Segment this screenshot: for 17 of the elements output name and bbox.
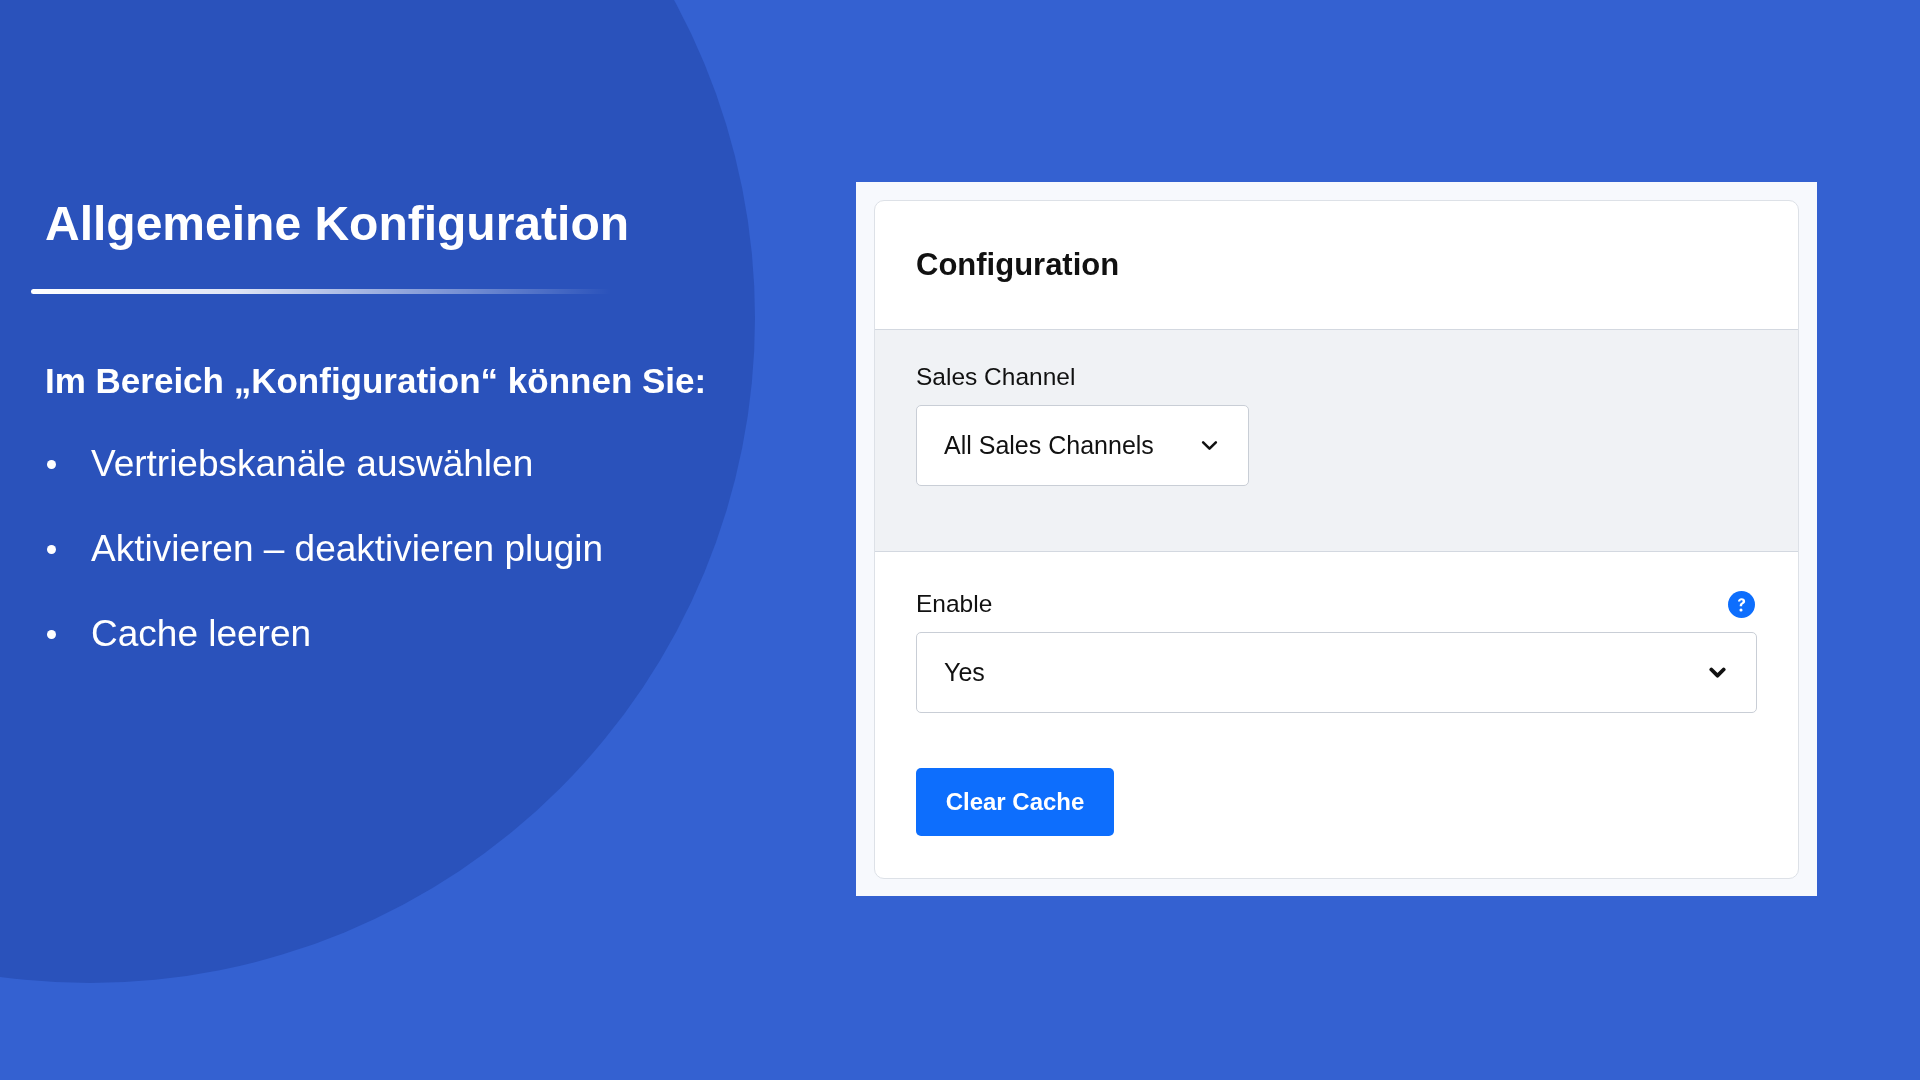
bullet-text: Cache leeren [91,612,312,656]
select-dropdown[interactable]: Yes [916,632,1757,713]
select-dropdown[interactable]: All Sales Channels [916,405,1249,486]
clear-cache-button[interactable]: Clear Cache [916,768,1114,836]
card-title: Configuration [916,247,1120,283]
field-label: Enable [916,590,993,618]
intro-text: Im Bereich „Konfiguration“ können Sie: [45,361,707,401]
chevron-down-icon [1201,440,1218,451]
bullet-icon [47,459,56,469]
help-icon[interactable] [1728,590,1755,618]
bullet-text: Vertriebskanäle auswählen [91,442,534,486]
field-label: Sales Channel [916,363,1076,391]
bullet-icon [47,629,56,639]
bullet-icon [47,544,56,554]
bullet-text: Aktivieren – deaktivieren plugin [91,527,604,571]
slide-title: Allgemeine Konfiguration [45,196,629,252]
chevron-down-icon [1709,666,1726,679]
